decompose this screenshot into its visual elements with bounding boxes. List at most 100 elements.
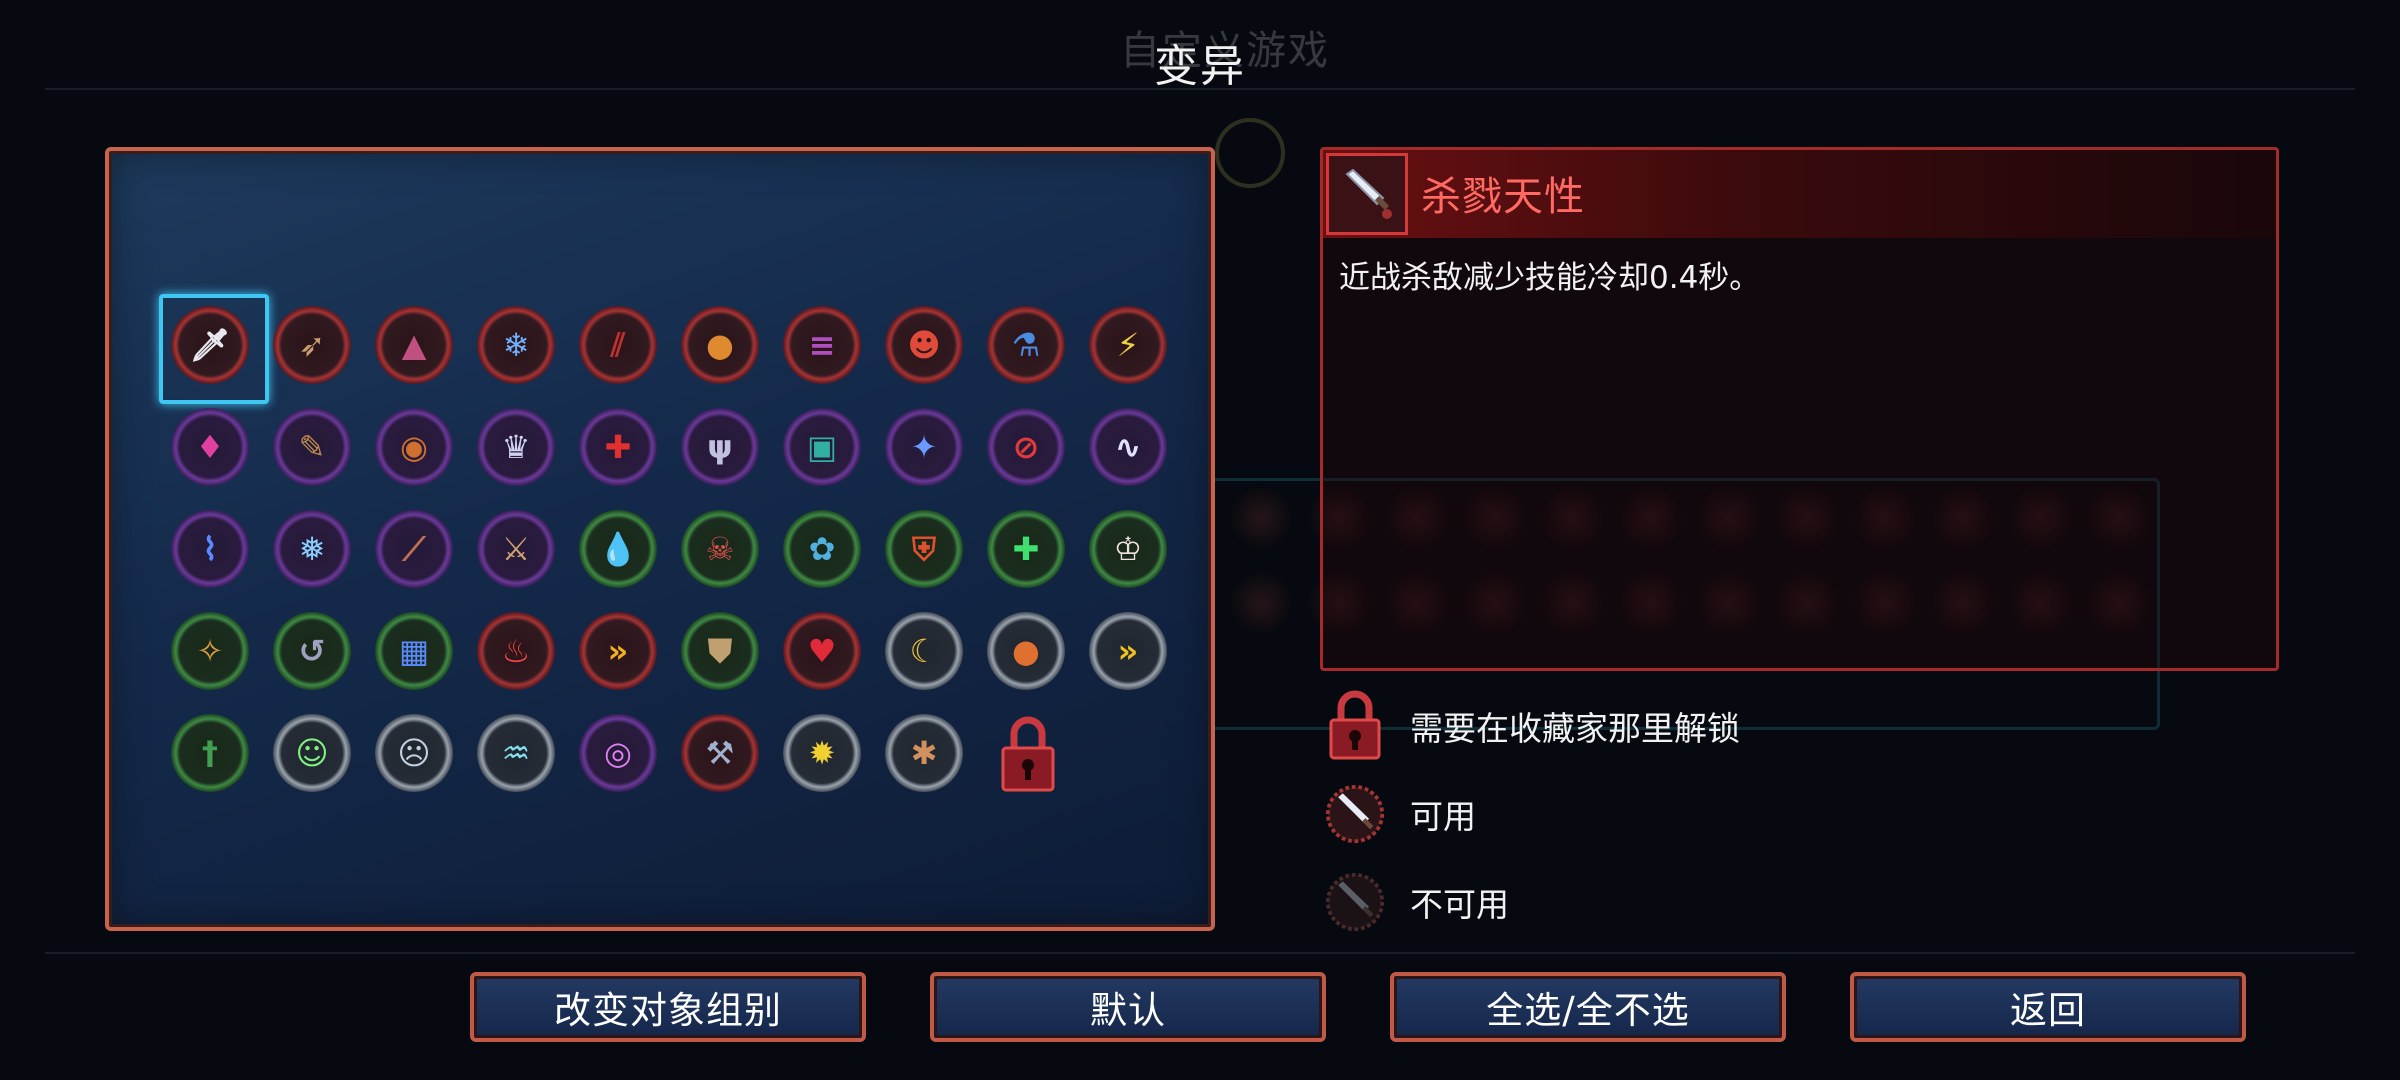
mutation-slot[interactable]: ♔ xyxy=(1079,500,1181,602)
double-chevron-icon: » xyxy=(1089,612,1167,690)
ice-scythe-icon: ❄ xyxy=(477,306,555,384)
purple-drop-icon: 💧 xyxy=(579,510,657,588)
orange-potion-icon: ● xyxy=(987,612,1065,690)
red-flame-icon: ♨ xyxy=(477,612,555,690)
grenade-icon: ✱ xyxy=(885,714,963,792)
mutation-slot[interactable]: ♒ xyxy=(467,704,569,806)
crossbow-icon: ➶ xyxy=(273,306,351,384)
slash-claw-icon: ⫽ xyxy=(579,306,657,384)
lock-icon xyxy=(1001,716,1055,792)
mutation-name: 杀戮天性 xyxy=(1421,174,1585,220)
mutation-slot[interactable]: ↺ xyxy=(263,602,365,704)
ring-icon: ◉ xyxy=(375,408,453,486)
scroll-shield-icon: ⛊ xyxy=(681,612,759,690)
legend-available: 可用 xyxy=(1325,778,1476,850)
green-skull-icon: ☺ xyxy=(273,714,351,792)
mutation-slot[interactable]: ⚡ xyxy=(1079,296,1181,398)
red-skull-icon: ☻ xyxy=(885,306,963,384)
mutation-slot[interactable]: » xyxy=(569,602,671,704)
mutation-slot[interactable]: ⚒ xyxy=(671,704,773,806)
mutation-slot[interactable]: ≡ xyxy=(773,296,875,398)
mutation-slot[interactable]: ✹ xyxy=(773,704,875,806)
mutation-grid: 🗡 ➶ ▲ ❄ ⫽ ● ≡ ☻ ⚗ ⚡ ♦ ✎ ◉ ♛ ✚ ψ ▣ ✦ ⊘ ∿ ⌇ ❅ ⟋ ⚔ 💧 ☠ ✿ ⛨ ✚ ♔ ✧ ↺ ▦ ♨ » ⛊ ♥ ☾ ● »… xyxy=(159,294,1181,806)
mutation-slot[interactable]: ⚗ xyxy=(977,296,1079,398)
mutation-slot[interactable]: ☾ xyxy=(875,602,977,704)
mutation-slot[interactable]: ✿ xyxy=(773,500,875,602)
mutation-slot[interactable] xyxy=(977,704,1079,806)
mutation-slot[interactable]: ☻ xyxy=(875,296,977,398)
lightning-icon: ⚡ xyxy=(1089,306,1167,384)
purple-orb-icon: ◎ xyxy=(579,714,657,792)
legend-unavailable: 不可用 xyxy=(1325,866,1509,938)
mutation-slot[interactable]: ∿ xyxy=(1079,398,1181,500)
mutation-detail-sword-icon xyxy=(1326,153,1408,235)
spike-trap-icon: ▲ xyxy=(375,306,453,384)
mutation-slot[interactable]: ☹ xyxy=(365,704,467,806)
mutation-slot[interactable]: † xyxy=(161,704,263,806)
mutation-slot[interactable]: ♨ xyxy=(467,602,569,704)
select-all-button[interactable]: 全选/全不选 xyxy=(1390,972,1786,1042)
mutation-slot[interactable]: ✎ xyxy=(263,398,365,500)
mutation-slot[interactable]: ✚ xyxy=(977,500,1079,602)
mutation-slot[interactable]: ☺ xyxy=(263,704,365,806)
mutation-slot[interactable]: ☠ xyxy=(671,500,773,602)
mutation-slot[interactable]: ✧ xyxy=(161,602,263,704)
jester-icon: ♛ xyxy=(477,408,555,486)
mutation-slot[interactable]: ⛊ xyxy=(671,602,773,704)
background-mutation-icon xyxy=(1230,487,1292,549)
trident-icon: ψ xyxy=(681,408,759,486)
scroll-sword-icon: ⚔ xyxy=(477,510,555,588)
mutation-slot[interactable]: ❅ xyxy=(263,500,365,602)
mutation-slot[interactable]: ⌇ xyxy=(161,500,263,602)
green-cross-icon: ✚ xyxy=(987,510,1065,588)
banana-icon: ☾ xyxy=(885,612,963,690)
mutation-description: 近战杀敌减少技能冷却0.4秒。 xyxy=(1339,260,1761,296)
available-sword-icon xyxy=(1325,778,1385,850)
mutation-slot[interactable]: ψ xyxy=(671,398,773,500)
teal-scroll-icon: ▣ xyxy=(783,408,861,486)
mutation-detail-panel: 杀戮天性 近战杀敌减少技能冷却0.4秒。 xyxy=(1320,147,2279,671)
mutation-slot[interactable]: ⛨ xyxy=(875,500,977,602)
sun-icon: ✹ xyxy=(783,714,861,792)
mutation-grid-panel: 🗡 ➶ ▲ ❄ ⫽ ● ≡ ☻ ⚗ ⚡ ♦ ✎ ◉ ♛ ✚ ψ ▣ ✦ ⊘ ∿ ⌇ ❅ ⟋ ⚔ 💧 ☠ ✿ ⛨ ✚ ♔ ✧ ↺ ▦ ♨ » ⛊ ♥ ☾ ● »… xyxy=(105,147,1215,931)
back-button[interactable]: 返回 xyxy=(1850,972,2246,1042)
pink-crystal-icon: ♦ xyxy=(171,408,249,486)
mutation-slot[interactable]: ♥ xyxy=(773,602,875,704)
mutation-slot[interactable]: ➶ xyxy=(263,296,365,398)
mutation-slot[interactable]: ● xyxy=(977,602,1079,704)
mutation-slot[interactable]: ✦ xyxy=(875,398,977,500)
staff-icon: ⟋ xyxy=(375,510,453,588)
mutation-slot[interactable]: ♛ xyxy=(467,398,569,500)
hammer-icon: ⚒ xyxy=(681,714,759,792)
torch-icon: ✧ xyxy=(171,612,249,690)
mutation-slot[interactable]: ❄ xyxy=(467,296,569,398)
mutation-slot[interactable]: ⊘ xyxy=(977,398,1079,500)
mutation-slot[interactable]: ● xyxy=(671,296,773,398)
unavailable-sword-icon xyxy=(1325,866,1385,938)
mutation-slot[interactable]: ✚ xyxy=(569,398,671,500)
mutation-slot[interactable]: ◉ xyxy=(365,398,467,500)
mutation-slot[interactable]: ⟋ xyxy=(365,500,467,602)
mutation-slot[interactable]: ⫽ xyxy=(569,296,671,398)
background-emblem-icon xyxy=(1215,118,1285,188)
mutation-slot[interactable]: ▲ xyxy=(365,296,467,398)
legend-locked: 需要在收藏家那里解锁 xyxy=(1325,690,1740,762)
change-group-button[interactable]: 改变对象组别 xyxy=(470,972,866,1042)
blue-blade-icon: ✦ xyxy=(885,408,963,486)
mutation-slot[interactable]: ◎ xyxy=(569,704,671,806)
mutation-slot[interactable]: 💧 xyxy=(569,500,671,602)
mutation-slot[interactable]: ♦ xyxy=(161,398,263,500)
mutation-slot[interactable]: 🗡 xyxy=(159,294,269,404)
mutation-slot[interactable]: » xyxy=(1079,602,1181,704)
mutation-slot[interactable]: ⚔ xyxy=(467,500,569,602)
default-button[interactable]: 默认 xyxy=(930,972,1326,1042)
mutation-slot[interactable]: ▣ xyxy=(773,398,875,500)
legend-locked-text: 需要在收藏家那里解锁 xyxy=(1410,709,1740,748)
dagger-scroll-icon: ✎ xyxy=(273,408,351,486)
hook-icon: ↺ xyxy=(273,612,351,690)
mutation-slot[interactable]: ✱ xyxy=(875,704,977,806)
sword-icon: 🗡 xyxy=(159,294,269,404)
background-divider-bottom xyxy=(45,952,2355,954)
mutation-slot[interactable]: ▦ xyxy=(365,602,467,704)
blue-flower-icon: ✿ xyxy=(783,510,861,588)
